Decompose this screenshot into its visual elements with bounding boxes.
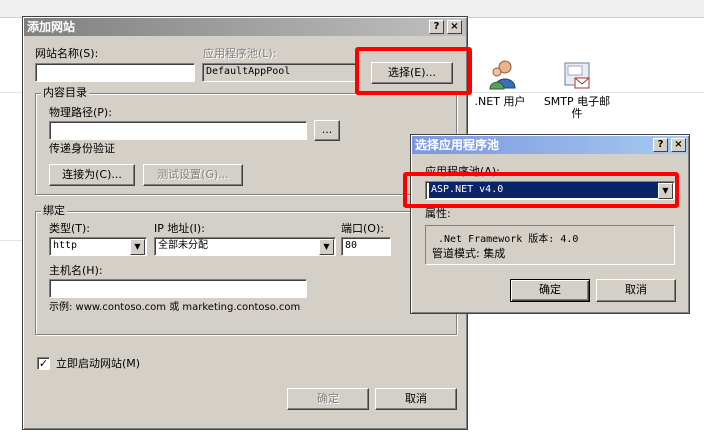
start-site-checkbox[interactable]: ✓ <box>37 357 50 370</box>
properties-label: 属性: <box>425 207 451 220</box>
select-app-pool-dialog: 选择应用程序池 ? × 应用程序池(A): ASP.NET v4.0 ▼ 属性:… <box>410 134 690 314</box>
hostname-example: 示例: www.contoso.com 或 marketing.contoso.… <box>49 302 301 313</box>
pipeline-mode-line: 管道模式: 集成 <box>432 247 506 260</box>
pool-cancel-button[interactable]: 取消 <box>596 279 676 302</box>
start-site-label: 立即启动网站(M) <box>56 357 141 370</box>
select-app-pool-titlebar[interactable]: 选择应用程序池 <box>412 136 688 154</box>
port-input[interactable]: 80 <box>341 237 391 256</box>
add-website-titlebar[interactable]: 添加网站 <box>24 18 466 36</box>
select-button-highlight <box>355 47 472 95</box>
physical-path-label: 物理路径(P): <box>49 106 112 119</box>
port-label: 端口(O): <box>341 222 384 235</box>
dotnet-users-item[interactable] <box>484 58 524 92</box>
connect-as-button[interactable]: 连接为(C)... <box>49 164 135 186</box>
email-icon <box>564 62 590 89</box>
close-icon[interactable]: × <box>447 20 462 34</box>
pool-help-button[interactable]: ? <box>653 138 668 152</box>
users-icon <box>489 60 516 90</box>
browse-button[interactable]: ... <box>314 120 340 141</box>
checkmark-icon: ✓ <box>38 357 49 370</box>
chevron-down-icon[interactable]: ▼ <box>319 239 334 255</box>
ip-address-label: IP 地址(I): <box>154 222 205 235</box>
type-label: 类型(T): <box>49 222 91 235</box>
help-button[interactable]: ? <box>429 20 444 34</box>
app-pool-field: DefaultAppPool <box>202 63 358 82</box>
ip-address-value: 全部未分配 <box>158 240 208 251</box>
background-divider-left <box>0 240 22 241</box>
close-icon[interactable]: × <box>671 138 686 152</box>
ip-address-select[interactable]: 全部未分配 <box>154 237 336 256</box>
test-settings-button: 测试设置(G)... <box>143 164 243 186</box>
framework-version-line: .Net Framework 版本: 4.0 <box>438 234 579 245</box>
app-pool-label: 应用程序池(L): <box>203 47 277 60</box>
properties-box: .Net Framework 版本: 4.0 管道模式: 集成 <box>425 225 675 265</box>
smtp-email-item[interactable] <box>560 58 594 92</box>
physical-path-input[interactable] <box>49 121 307 140</box>
cancel-button[interactable]: 取消 <box>375 388 457 410</box>
hostname-input[interactable] <box>49 279 307 298</box>
content-directory-title: 内容目录 <box>41 86 89 99</box>
pool-ok-button[interactable]: 确定 <box>510 279 590 302</box>
site-name-label: 网站名称(S): <box>35 47 99 60</box>
select-app-pool-title: 选择应用程序池 <box>415 138 500 152</box>
binding-title: 绑定 <box>41 204 67 217</box>
app-pool-combo-highlight <box>403 172 679 208</box>
passthrough-auth-label: 传递身份验证 <box>49 142 115 155</box>
smtp-email-label: SMTP 电子邮件 <box>543 95 611 120</box>
dotnet-users-label: .NET 用户 <box>474 95 526 108</box>
site-name-input[interactable] <box>35 63 195 82</box>
type-value: http <box>53 240 78 251</box>
ok-button: 确定 <box>287 388 369 410</box>
chevron-down-icon[interactable]: ▼ <box>130 239 145 255</box>
hostname-label: 主机名(H): <box>49 264 103 277</box>
add-website-title: 添加网站 <box>27 20 76 34</box>
